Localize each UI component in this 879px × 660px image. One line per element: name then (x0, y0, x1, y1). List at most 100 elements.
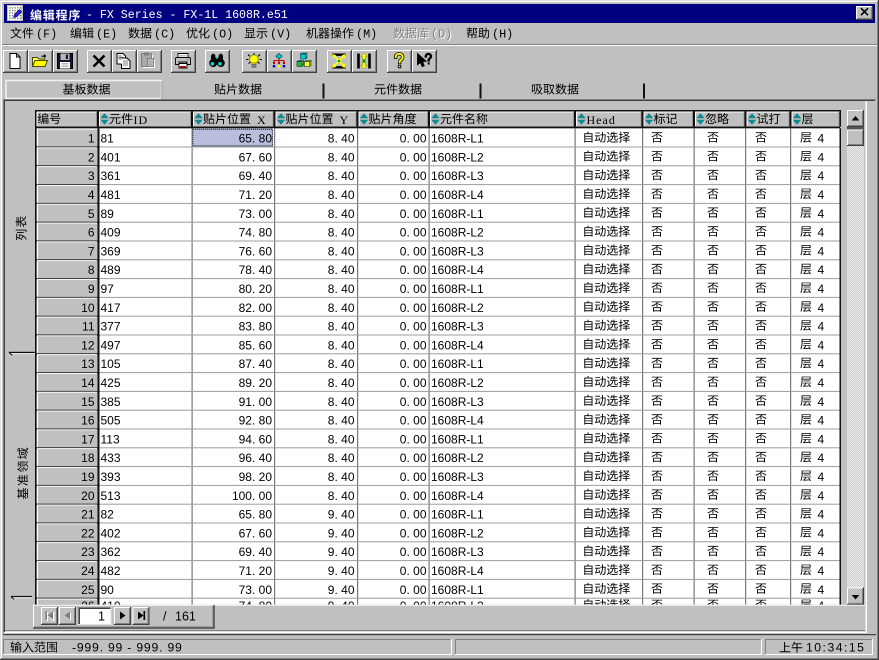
svg-text:8. 40: 8. 40 (328, 263, 355, 277)
svg-text:8. 40: 8. 40 (328, 207, 355, 221)
svg-text:4: 4 (818, 244, 825, 258)
svg-text:80. 20: 80. 20 (239, 282, 273, 296)
svg-text:74. 80: 74. 80 (239, 226, 273, 240)
svg-text:-999. 99 - 999. 99: -999. 99 - 999. 99 (72, 640, 183, 654)
svg-text:8. 40: 8. 40 (328, 395, 355, 409)
svg-text:4: 4 (818, 188, 825, 202)
svg-text:71. 20: 71. 20 (239, 188, 273, 202)
svg-text:8. 40: 8. 40 (328, 338, 355, 352)
svg-text:4: 4 (818, 508, 825, 522)
svg-text:0. 00: 0. 00 (400, 320, 427, 334)
svg-text:8. 40: 8. 40 (328, 188, 355, 202)
svg-text:4: 4 (818, 432, 825, 446)
svg-text:4: 4 (818, 545, 825, 559)
svg-text:1608R-L1: 1608R-L1 (431, 508, 484, 522)
svg-text:85. 60: 85. 60 (239, 338, 273, 352)
svg-text:67. 60: 67. 60 (239, 150, 273, 164)
svg-text:Y: Y (340, 113, 349, 127)
svg-text:0. 00: 0. 00 (400, 207, 427, 221)
svg-text:1608R-L3: 1608R-L3 (431, 169, 484, 183)
svg-text:69. 40: 69. 40 (239, 545, 273, 559)
svg-text:1608R-L3: 1608R-L3 (431, 395, 484, 409)
svg-text:4: 4 (818, 470, 825, 484)
svg-text:18: 18 (81, 451, 95, 465)
svg-text:7: 7 (88, 244, 95, 258)
svg-text:0. 00: 0. 00 (400, 282, 427, 296)
svg-text:81: 81 (101, 132, 115, 146)
svg-text:25: 25 (81, 583, 95, 597)
svg-text:21: 21 (81, 508, 95, 522)
svg-text:65. 80: 65. 80 (239, 132, 273, 146)
svg-text:(M): (M) (356, 27, 377, 41)
svg-text:1608R-L1: 1608R-L1 (431, 207, 484, 221)
svg-text:8. 40: 8. 40 (328, 357, 355, 371)
svg-text:- FX Series - FX-1L 1608R.e51: - FX Series - FX-1L 1608R.e51 (86, 9, 288, 22)
svg-text:402: 402 (101, 526, 121, 540)
svg-text:0. 00: 0. 00 (400, 432, 427, 446)
svg-text:23: 23 (81, 545, 95, 559)
svg-text:(C): (C) (154, 27, 175, 41)
svg-text:4: 4 (818, 357, 825, 371)
svg-text:489: 489 (101, 263, 121, 277)
svg-text:113: 113 (101, 432, 120, 446)
svg-text:78. 40: 78. 40 (239, 263, 273, 277)
svg-text:5: 5 (88, 207, 95, 221)
svg-text:1608R-L1: 1608R-L1 (431, 432, 484, 446)
svg-text:0. 00: 0. 00 (400, 526, 427, 540)
svg-text:83. 80: 83. 80 (239, 320, 273, 334)
svg-text:(D): (D) (431, 27, 452, 41)
svg-text:4: 4 (818, 263, 825, 277)
svg-text:1: 1 (88, 132, 95, 146)
svg-text:385: 385 (101, 395, 121, 409)
svg-text:0. 00: 0. 00 (400, 545, 427, 559)
svg-text:67. 60: 67. 60 (239, 526, 273, 540)
svg-text:76. 60: 76. 60 (239, 244, 273, 258)
svg-text:4: 4 (818, 526, 825, 540)
svg-text:22: 22 (81, 526, 95, 540)
svg-text:8. 40: 8. 40 (328, 376, 355, 390)
svg-text:8. 40: 8. 40 (328, 244, 355, 258)
svg-text:4: 4 (818, 282, 825, 296)
svg-text:11: 11 (82, 320, 95, 334)
svg-text:0. 00: 0. 00 (400, 583, 427, 597)
svg-text:4: 4 (818, 376, 825, 390)
svg-text:71. 20: 71. 20 (239, 564, 273, 578)
svg-text:4: 4 (88, 188, 95, 202)
svg-text:(F): (F) (36, 27, 57, 41)
svg-text:10:34:15: 10:34:15 (806, 640, 865, 654)
svg-text:505: 505 (101, 414, 121, 428)
svg-text:24: 24 (81, 564, 95, 578)
svg-text:1608R-L3: 1608R-L3 (431, 244, 484, 258)
svg-text:362: 362 (101, 545, 121, 559)
svg-text:69. 40: 69. 40 (239, 169, 273, 183)
svg-text:82: 82 (101, 508, 115, 522)
svg-text:4: 4 (818, 301, 825, 315)
svg-text:89: 89 (101, 207, 115, 221)
svg-text:100. 00: 100. 00 (232, 489, 272, 503)
svg-text:4: 4 (818, 395, 825, 409)
svg-text:4: 4 (818, 414, 825, 428)
svg-text:1608R-L3: 1608R-L3 (431, 545, 484, 559)
svg-text:481: 481 (101, 188, 121, 202)
svg-text:361: 361 (101, 169, 121, 183)
svg-text:2: 2 (88, 150, 95, 164)
svg-text:0. 00: 0. 00 (400, 188, 427, 202)
svg-text:0. 00: 0. 00 (400, 244, 427, 258)
svg-text:0. 00: 0. 00 (400, 470, 427, 484)
svg-text:/: / (163, 610, 167, 624)
svg-text:1: 1 (98, 609, 105, 623)
svg-text:1608R-L1: 1608R-L1 (431, 583, 484, 597)
svg-text:0. 00: 0. 00 (400, 451, 427, 465)
svg-text:8. 40: 8. 40 (328, 150, 355, 164)
svg-text:1608R-L2: 1608R-L2 (431, 226, 484, 240)
svg-text:4: 4 (818, 320, 825, 334)
svg-text:98. 20: 98. 20 (239, 470, 273, 484)
svg-text:14: 14 (81, 376, 95, 390)
svg-text:497: 497 (101, 338, 121, 352)
svg-text:8. 40: 8. 40 (328, 470, 355, 484)
svg-text:1608R-L2: 1608R-L2 (431, 451, 484, 465)
svg-text:4: 4 (818, 226, 825, 240)
svg-text:3: 3 (88, 169, 95, 183)
svg-text:1608R-L4: 1608R-L4 (431, 489, 484, 503)
svg-text:8. 40: 8. 40 (328, 132, 355, 146)
